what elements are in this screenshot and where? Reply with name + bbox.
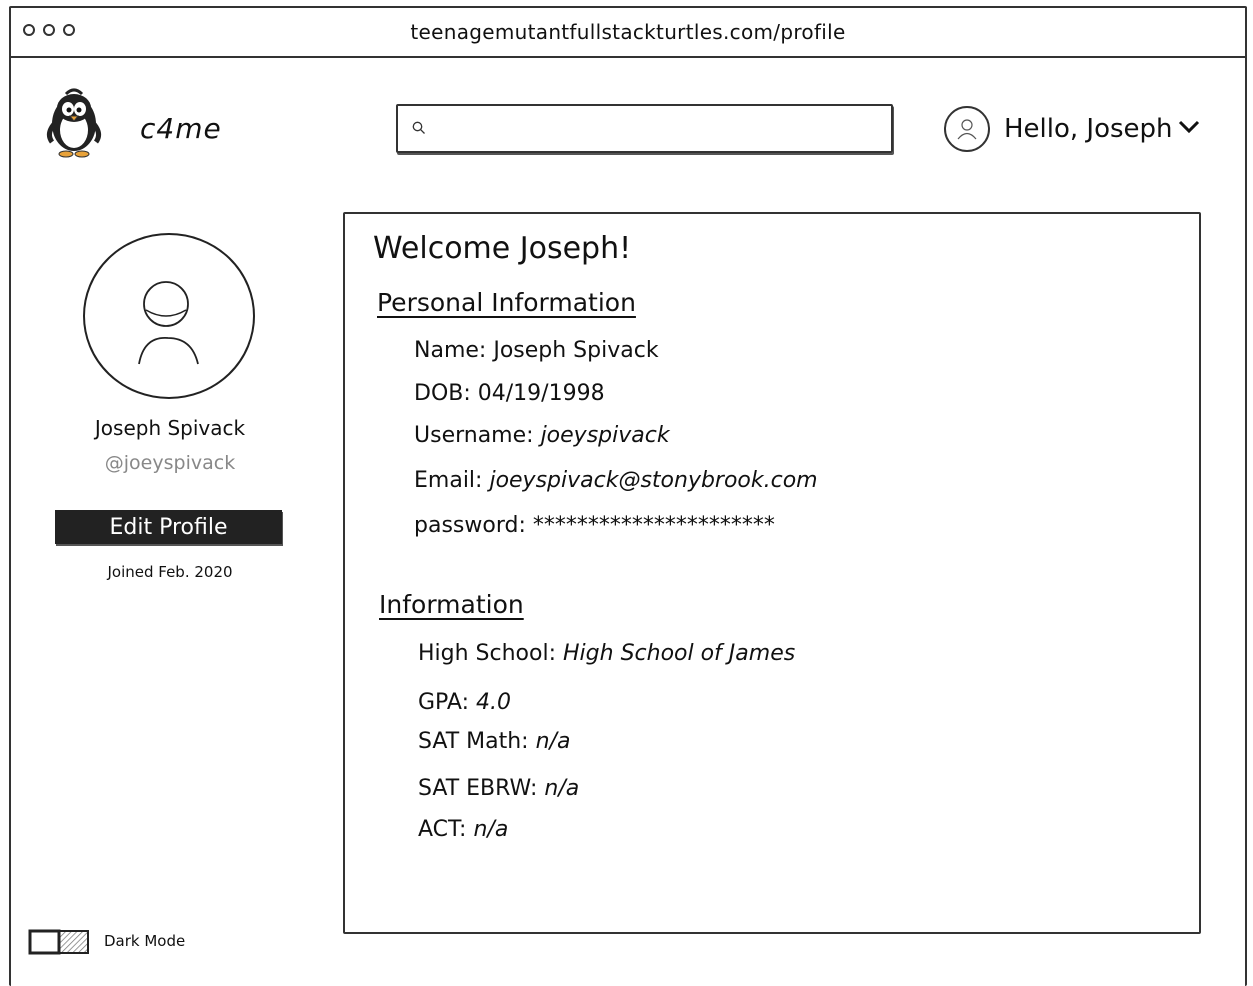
field-label: DOB:	[414, 381, 471, 406]
field-label: password:	[414, 513, 526, 538]
field-value: joeyspivack	[540, 423, 670, 448]
field-label: Email:	[414, 468, 483, 493]
personal-row-name: Name: Joseph Spivack	[414, 338, 659, 363]
field-value: n/a	[473, 817, 509, 842]
user-avatar[interactable]	[944, 106, 990, 152]
brand-name[interactable]: c4me	[140, 112, 222, 145]
profile-avatar	[83, 233, 255, 399]
field-label: SAT Math:	[418, 729, 529, 754]
dark-mode-label: Dark Mode	[104, 932, 186, 950]
edit-profile-button[interactable]: Edit Profile	[55, 510, 282, 544]
information-heading: Information	[379, 590, 524, 619]
browser-titlebar: teenagemutantfullstackturtles.com/profil…	[9, 6, 1247, 58]
user-greeting[interactable]: Hello, Joseph	[1004, 114, 1173, 144]
field-value: n/a	[544, 776, 580, 801]
penguin-icon[interactable]	[44, 84, 104, 160]
search-bar[interactable]	[396, 104, 893, 153]
field-value: **********************	[532, 513, 775, 538]
field-value: joeyspivack@stonybrook.com	[489, 468, 818, 493]
field-value: 04/19/1998	[477, 381, 605, 406]
info-row-high-school: High School: High School of James	[418, 641, 795, 666]
field-value: 4.0	[475, 690, 511, 715]
field-label: ACT:	[418, 817, 467, 842]
user-menu[interactable]: Hello, Joseph	[944, 106, 1214, 154]
field-value: Joseph Spivack	[493, 338, 659, 363]
address-bar-url[interactable]: teenagemutantfullstackturtles.com/profil…	[9, 20, 1247, 44]
search-input[interactable]	[434, 114, 878, 144]
field-label: Name:	[414, 338, 487, 363]
personal-row-dob: DOB: 04/19/1998	[414, 381, 605, 406]
personal-info-heading: Personal Information	[377, 288, 636, 317]
personal-row-password: password: **********************	[414, 513, 775, 538]
dark-mode-toggle[interactable]	[28, 929, 90, 955]
profile-name: Joseph Spivack	[94, 416, 246, 440]
field-label: Username:	[414, 423, 534, 448]
info-row-gpa: GPA: 4.0	[418, 690, 511, 715]
search-icon	[412, 121, 425, 134]
field-label: SAT EBRW:	[418, 776, 538, 801]
field-value: n/a	[535, 729, 571, 754]
field-label: High School:	[418, 641, 557, 666]
info-row-act: ACT: n/a	[418, 817, 508, 842]
user-icon	[957, 119, 977, 140]
personal-row-username: Username: joeyspivack	[414, 423, 670, 448]
field-label: GPA:	[418, 690, 469, 715]
info-row-sat-ebrw: SAT EBRW: n/a	[418, 776, 579, 801]
field-value: High School of James	[563, 641, 796, 666]
chevron-down-icon[interactable]	[1178, 120, 1200, 134]
personal-row-email: Email: joeyspivack@stonybrook.com	[414, 468, 818, 493]
profile-handle: @joeyspivack	[104, 452, 236, 474]
welcome-heading: Welcome Joseph!	[373, 231, 632, 266]
joined-date: Joined Feb. 2020	[107, 563, 233, 581]
info-row-sat-math: SAT Math: n/a	[418, 729, 570, 754]
